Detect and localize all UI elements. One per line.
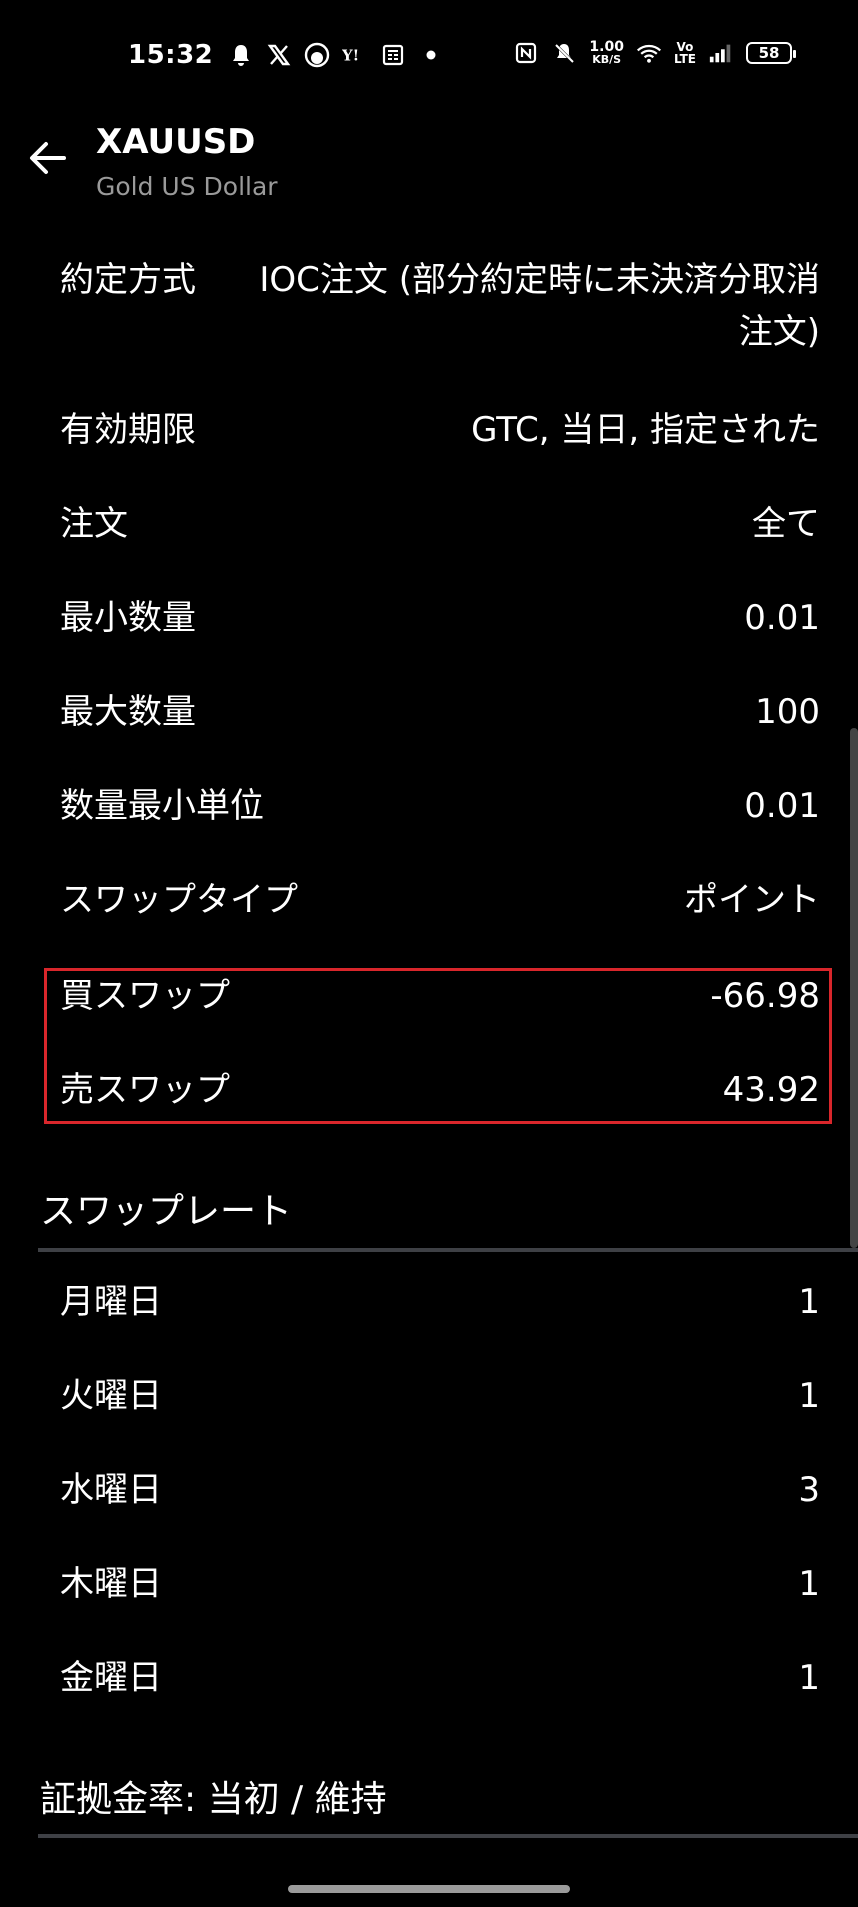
swap-rate-day: 火曜日 [60,1376,162,1416]
section-divider [38,1834,858,1838]
system-icons: 1.00 KB/S Vo LTE 58 [513,39,796,66]
margin-rate-header: 証拠金率: 当初 / 維持 [40,1779,387,1820]
swap-rate-row: 火曜日 1 [60,1370,820,1422]
spec-value: 43.92 [722,1070,820,1110]
spec-label: 有効期限 [60,410,196,450]
page-title: XAUUSD [96,122,256,162]
spec-value: 0.01 [744,598,820,638]
app-bar: XAUUSD Gold US Dollar [0,110,858,210]
page-subtitle: Gold US Dollar [96,172,278,201]
swap-rate-day: 月曜日 [60,1282,162,1322]
spec-row-expiration: 有効期限 GTC, 当日, 指定された [60,404,820,456]
network-speed: 1.00 KB/S [589,39,624,66]
spec-row-orders: 注文 全て [60,498,820,550]
swap-rate-day: 水曜日 [60,1470,162,1510]
spec-label: 売スワップ [60,1070,230,1110]
spec-label: 最大数量 [60,692,196,732]
swap-rate-value: 1 [798,1564,820,1604]
swap-rate-value: 1 [798,1376,820,1416]
x-icon [266,42,292,68]
wifi-icon [636,40,662,66]
spec-value: 100 [755,692,820,732]
spec-row-execution: 約定方式 IOC注文 (部分約定時に未決済分取消注文) [60,254,820,358]
spec-row-min-volume: 最小数量 0.01 [60,592,820,644]
volte-indicator: Vo LTE [673,40,696,66]
swap-rate-value: 1 [798,1282,820,1322]
yahoo-icon: Y! [342,42,368,68]
news-icon [380,42,406,68]
spec-value: 0.01 [744,786,820,826]
nfc-icon [513,40,539,66]
spec-row-swap-long: 買スワップ -66.98 [60,970,820,1022]
bell-icon [228,42,254,68]
app-icon [304,42,330,68]
notification-icons: Y! [228,42,444,68]
spec-value: ポイント [684,880,820,920]
signal-icon [708,40,734,66]
spec-label: 注文 [60,504,128,544]
battery-icon: 58 [746,42,796,64]
swap-rate-row: 水曜日 3 [60,1464,820,1516]
mute-icon [551,40,577,66]
spec-label: 買スワップ [60,976,230,1016]
spec-value: -66.98 [710,976,820,1016]
swap-rate-day: 金曜日 [60,1658,162,1698]
swap-rate-header: スワップレート [40,1191,293,1232]
swap-rate-row: 木曜日 1 [60,1558,820,1610]
dot-icon [418,42,444,68]
status-time: 15:32 [128,40,214,70]
spec-row-swap-short: 売スワップ 43.92 [60,1064,820,1116]
spec-row-swap-type: スワップタイプ ポイント [60,874,820,926]
swap-rate-row: 金曜日 1 [60,1652,820,1704]
svg-text:Y!: Y! [342,47,359,65]
status-bar: 15:32 Y! 1.00 KB/S Vo LTE 58 [0,0,858,110]
home-indicator[interactable] [288,1885,570,1893]
section-divider [38,1248,858,1252]
scrollbar[interactable] [850,728,858,1248]
spec-value: IOC注文 (部分約定時に未決済分取消注文) [259,260,820,352]
swap-rate-day: 木曜日 [60,1564,162,1604]
spec-label: 最小数量 [60,598,196,638]
back-button[interactable] [24,134,72,182]
spec-row-max-volume: 最大数量 100 [60,686,820,738]
spec-value: 全て [752,504,820,544]
spec-value: GTC, 当日, 指定された [471,410,820,450]
arrow-left-icon [30,142,66,174]
swap-rate-value: 1 [798,1658,820,1698]
spec-row-volume-step: 数量最小単位 0.01 [60,780,820,832]
swap-rate-value: 3 [798,1470,820,1510]
spec-label: 数量最小単位 [60,786,264,826]
spec-label: スワップタイプ [60,880,298,920]
spec-label: 約定方式 [60,260,196,300]
swap-rate-row: 月曜日 1 [60,1276,820,1328]
